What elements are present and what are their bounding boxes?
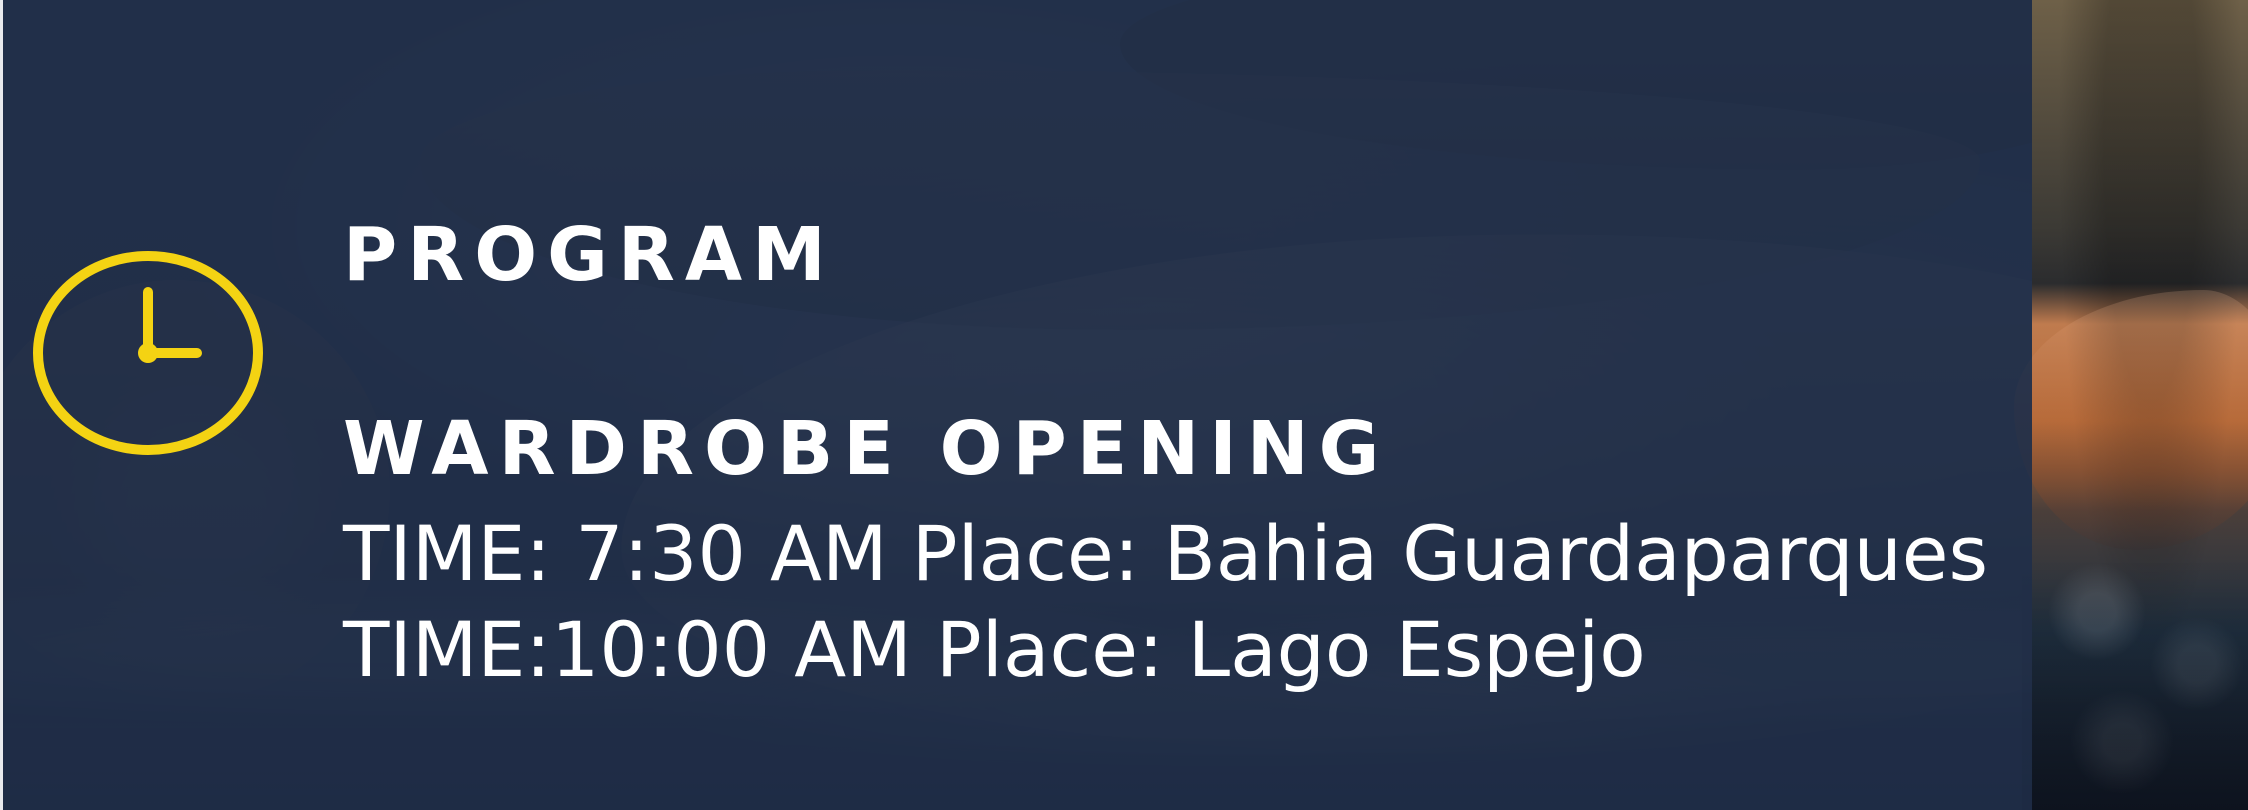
left-edge-line: [0, 0, 3, 810]
schedule-line: TIME:10:00 AM Place: Lago Espejo: [343, 604, 1646, 694]
program-hero: PROGRAM WARDROBE OPENING TIME: 7:30 AM P…: [0, 0, 2248, 810]
event-title: WARDROBE OPENING: [343, 406, 1390, 492]
clock-icon: [33, 251, 263, 455]
program-content: PROGRAM WARDROBE OPENING TIME: 7:30 AM P…: [343, 218, 1993, 691]
schedule-list: TIME: 7:30 AM Place: Bahia Guardaparques…: [343, 512, 1993, 691]
background-photo-strip: [2014, 0, 2248, 810]
section-title: PROGRAM: [343, 212, 836, 298]
schedule-line: TIME: 7:30 AM Place: Bahia Guardaparques: [343, 509, 1989, 598]
